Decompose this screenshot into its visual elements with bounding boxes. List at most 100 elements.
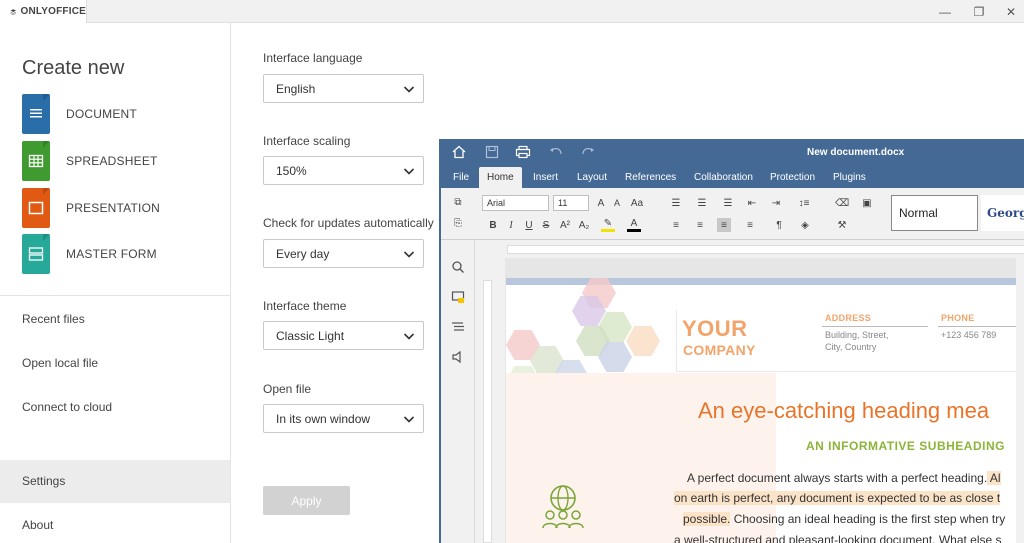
underline-icon[interactable]: U: [523, 218, 535, 232]
address-line-2: City, Country: [825, 342, 877, 352]
sidebar-divider: [0, 295, 230, 296]
globe-people-icon: [542, 485, 584, 529]
navigation-icon[interactable]: [451, 320, 465, 334]
open-file-value: In its own window: [276, 411, 371, 426]
tab-protection[interactable]: Protection: [770, 167, 815, 188]
redo-icon: [582, 148, 594, 155]
numbering-icon[interactable]: ☰: [693, 196, 711, 210]
italic-icon[interactable]: I: [505, 218, 517, 232]
create-presentation-button[interactable]: PRESENTATION: [22, 188, 222, 228]
restore-button[interactable]: ❐: [962, 0, 996, 23]
settings-link[interactable]: Settings: [22, 474, 65, 488]
line-spacing-icon[interactable]: ↕≡: [795, 196, 813, 210]
create-master-form-button[interactable]: MASTER FORM: [22, 234, 222, 274]
align-center-icon[interactable]: ≡: [693, 218, 707, 232]
tab-plugins[interactable]: Plugins: [833, 167, 866, 188]
subscript-icon[interactable]: A₂: [577, 218, 591, 232]
onlyoffice-logo-icon: [10, 8, 16, 15]
nonprinting-chars-icon[interactable]: ¶: [771, 218, 787, 232]
style-next[interactable]: Georgi: [981, 195, 1024, 231]
about-link[interactable]: About: [22, 518, 53, 532]
create-spreadsheet-label: SPREADSHEET: [66, 154, 158, 168]
body-line-3: possible. Choosing an ideal heading is t…: [683, 512, 1006, 526]
home-icon: [452, 145, 466, 159]
bold-icon[interactable]: B: [487, 218, 499, 232]
app-tab[interactable]: ONLYOFFICE: [0, 0, 87, 23]
document-canvas[interactable]: YOUR COMPANY ADDRESS Building, Street, C…: [505, 258, 1024, 543]
document-subheading: AN INFORMATIVE SUBHEADING: [806, 439, 1005, 453]
increase-indent-icon[interactable]: ⇥: [769, 196, 783, 210]
close-icon: ✕: [1005, 4, 1017, 19]
interface-language-select[interactable]: English: [263, 74, 424, 103]
tab-insert[interactable]: Insert: [533, 167, 558, 188]
your-text: YOUR: [682, 316, 748, 341]
minimize-icon: —: [939, 4, 951, 19]
open-local-file-link[interactable]: Open local file: [22, 356, 98, 370]
tab-collaboration[interactable]: Collaboration: [694, 167, 753, 188]
paste-icon[interactable]: ⎘: [451, 216, 465, 230]
interface-theme-label: Interface theme: [263, 299, 347, 313]
highlight-icon[interactable]: ✎: [601, 218, 615, 232]
clear-style-icon[interactable]: ⌫: [835, 196, 849, 210]
align-left-icon[interactable]: ≡: [669, 218, 683, 232]
horizontal-ruler[interactable]: [475, 240, 1024, 258]
tab-file[interactable]: File: [453, 167, 469, 188]
open-file-select[interactable]: In its own window: [263, 404, 424, 433]
font-name-select[interactable]: Arial: [482, 195, 549, 211]
apply-button[interactable]: Apply: [263, 486, 350, 515]
editor-ribbon: ⧉ ⎘ Arial 11 A A Aa B I U S A² A₂ ✎ A ☰ …: [441, 188, 1024, 240]
feedback-icon[interactable]: [451, 350, 465, 364]
address-title: ADDRESS: [825, 313, 872, 323]
create-new-title: Create new: [22, 57, 125, 79]
superscript-icon[interactable]: A²: [558, 218, 572, 232]
address-rule: [822, 326, 928, 327]
interface-scaling-select[interactable]: 150%: [263, 156, 424, 185]
create-document-button[interactable]: DOCUMENT: [22, 94, 222, 134]
color-scheme-icon[interactable]: ▣: [859, 196, 875, 210]
interface-scaling-label: Interface scaling: [263, 134, 351, 148]
tab-references[interactable]: References: [625, 167, 676, 188]
font-name-value: Arial: [487, 198, 506, 208]
editor-header: New document.docx File Home Insert Layou…: [441, 139, 1024, 188]
document-scrollbar[interactable]: [1016, 258, 1024, 543]
check-updates-select[interactable]: Every day: [263, 239, 424, 268]
comments-icon[interactable]: [451, 290, 465, 304]
close-button[interactable]: ✕: [994, 0, 1024, 23]
copy-icon[interactable]: ⧉: [451, 195, 465, 209]
connect-to-cloud-link[interactable]: Connect to cloud: [22, 400, 112, 414]
minimize-button[interactable]: —: [928, 0, 962, 23]
title-bar: ONLYOFFICE — ❐ ✕: [0, 0, 1024, 23]
check-updates-value: Every day: [276, 246, 330, 261]
style-normal[interactable]: Normal: [891, 195, 978, 231]
decrease-indent-icon[interactable]: ⇤: [745, 196, 759, 210]
app-name: ONLYOFFICE: [20, 6, 86, 17]
tab-home[interactable]: Home: [479, 167, 522, 188]
align-right-icon[interactable]: ≡: [717, 218, 731, 232]
shading-icon[interactable]: ◈: [797, 218, 813, 232]
increase-font-icon[interactable]: A: [595, 196, 607, 210]
body-line-2: on earth is perfect, any document is exp…: [674, 491, 1001, 505]
strikethrough-icon[interactable]: S: [540, 218, 552, 232]
tab-layout[interactable]: Layout: [577, 167, 607, 188]
search-icon[interactable]: [451, 260, 465, 274]
document-page[interactable]: YOUR COMPANY ADDRESS Building, Street, C…: [506, 278, 1024, 543]
vertical-ruler[interactable]: [475, 258, 505, 543]
multilevel-list-icon[interactable]: ☰: [719, 196, 737, 210]
document-heading: An eye-catching heading mea: [698, 398, 990, 423]
recent-files-link[interactable]: Recent files: [22, 312, 85, 326]
bullets-icon[interactable]: ☰: [667, 196, 685, 210]
interface-scaling-value: 150%: [276, 163, 307, 178]
chevron-down-icon: [403, 168, 415, 175]
change-case-icon[interactable]: Aa: [629, 196, 645, 210]
font-color-icon[interactable]: A: [627, 218, 641, 232]
font-size-select[interactable]: 11: [553, 195, 589, 211]
justify-icon[interactable]: ≡: [743, 218, 757, 232]
interface-theme-select[interactable]: Classic Light: [263, 321, 424, 350]
company-text: COMPANY: [683, 342, 756, 358]
body-line-4: a well-structured and pleasant-looking d…: [674, 533, 1002, 543]
editor-left-panel: [441, 240, 475, 543]
create-spreadsheet-button[interactable]: SPREADSHEET: [22, 141, 222, 181]
copy-style-icon[interactable]: ⚒: [835, 218, 849, 232]
decrease-font-icon[interactable]: A: [611, 196, 623, 210]
presentation-icon: [22, 188, 50, 228]
